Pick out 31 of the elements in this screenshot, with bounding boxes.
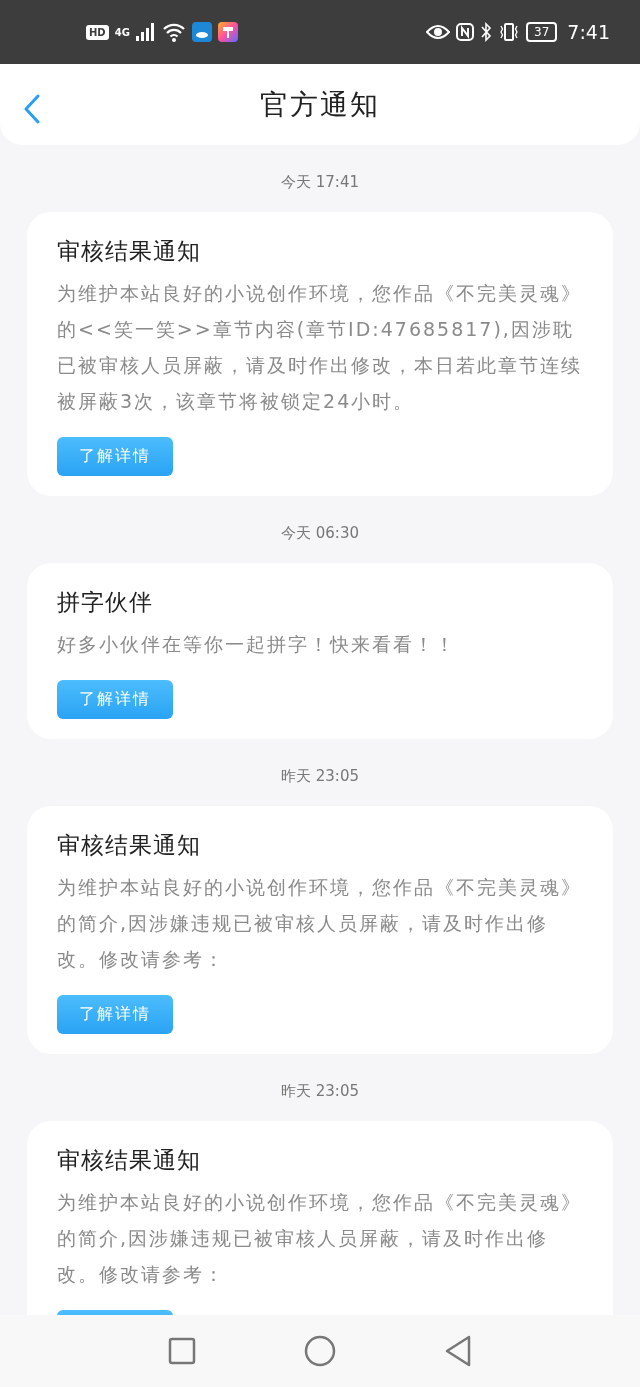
message-body: 为维护本站良好的小说创作环境，您作品《不完美灵魂》的<<笑一笑>>章节内容(章节ID:47685817),因涉耽已被审核人员屏蔽，请及时作出修改，本日若此章节连续被屏蔽3次，该章节将被锁定24小时。 [57,281,583,414]
back-icon[interactable] [24,94,40,124]
message-title: 审核结果通知 [57,237,201,266]
nfc-icon [456,23,475,41]
recents-icon[interactable] [168,1337,196,1365]
page-title: 官方通知 [260,86,380,123]
message-time: 昨天 23:05 [281,767,359,786]
details-button[interactable]: 了解详情 [57,437,173,476]
message-title: 审核结果通知 [57,831,201,860]
message-time: 昨天 23:05 [281,1082,359,1101]
bluetooth-icon [480,22,493,42]
signal-icon [135,23,156,41]
message-title: 审核结果通知 [57,1146,201,1175]
message-time: 今天 17:41 [281,173,359,192]
message-time: 今天 06:30 [281,524,359,543]
back-nav-icon[interactable] [444,1335,472,1367]
battery-icon: 37 [526,22,558,42]
message-title: 拼字伙伴 [57,588,153,617]
clock: 7:41 [567,21,610,43]
home-icon[interactable] [304,1335,336,1367]
details-button[interactable]: 了解详情 [57,680,173,719]
message-body: 为维护本站良好的小说创作环境，您作品《不完美灵魂》的简介,因涉嫌违规已被审核人员屏蔽，请及时作出修改。修改请参考： [57,1190,583,1287]
app-icon [217,22,238,42]
wifi-icon [161,22,186,42]
message-body: 为维护本站良好的小说创作环境，您作品《不完美灵魂》的简介,因涉嫌违规已被审核人员屏蔽，请及时作出修改。修改请参考： [57,875,583,972]
eye-icon [426,24,451,40]
hd-label: HD [86,24,109,40]
details-button[interactable]: 了解详情 [57,995,173,1034]
network-label: 4G [114,26,130,38]
message-body: 好多小伙伴在等你一起拼字！快来看看！！ [57,632,456,657]
weather-app-icon [191,22,212,42]
